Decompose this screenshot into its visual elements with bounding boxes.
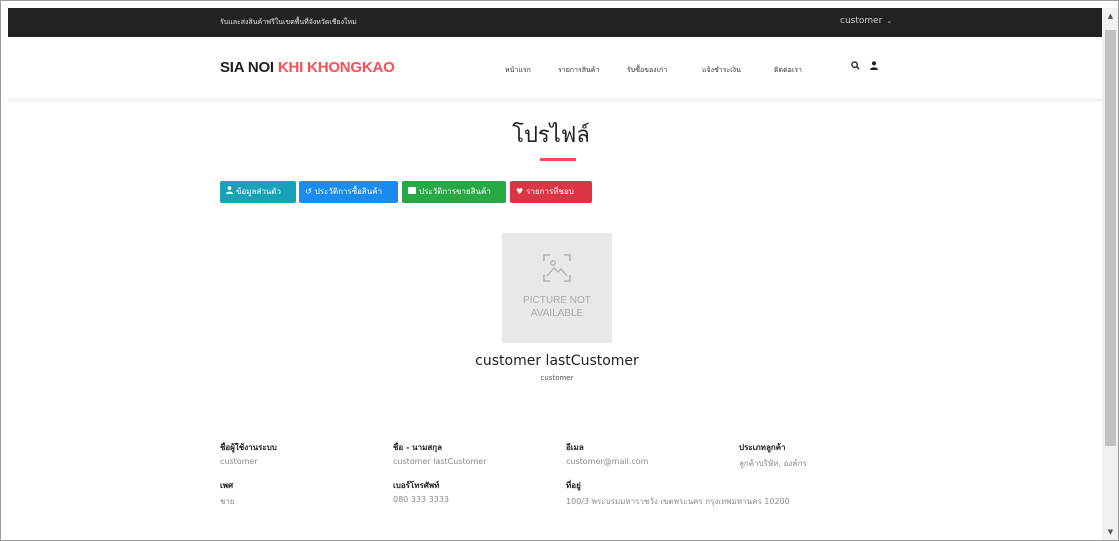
picture-not-available-text: PICTURE NOT AVAILABLE — [502, 294, 612, 320]
user-menu-dropdown[interactable]: customer ⌄ — [840, 16, 892, 26]
user-icon[interactable] — [870, 61, 878, 73]
heart-icon[interactable]: ♥ — [516, 187, 523, 196]
browser-window: รับและส่งสินค้าฟรีในเขตพื้นที่จังหวัดเชี… — [0, 0, 1119, 541]
tab-personal-info[interactable]: ข้อมูลส่วนตัว — [220, 181, 296, 203]
phone-value: 080 333 3333 — [393, 495, 449, 504]
tab-purchase-history-label[interactable]: ประวัติการซื้อสินค้า — [315, 187, 382, 196]
list-icon[interactable] — [408, 187, 416, 196]
logo-text-main[interactable]: SIA NOI — [220, 59, 274, 76]
email-value: customer@mail.com — [566, 457, 649, 466]
tab-purchase-history[interactable]: ↺ ประวัติการซื้อสินค้า — [299, 181, 398, 203]
profile-full-name: customer lastCustomer — [475, 353, 639, 369]
address-label: ที่อยู่ — [566, 481, 581, 490]
top-notice-bar: รับและส่งสินค้าฟรีในเขตพื้นที่จังหวัดเชี… — [8, 8, 1102, 37]
phone-label: เบอร์โทรศัพท์ — [393, 481, 440, 490]
gender-label: เพศ — [220, 481, 234, 490]
scroll-down-arrow-icon[interactable]: ▼ — [1102, 524, 1118, 540]
tab-wishlist-label[interactable]: รายการที่ชอบ — [526, 187, 574, 196]
gender-value: ชาย — [220, 497, 235, 506]
user-menu-label[interactable]: customer — [840, 16, 882, 26]
username-value: customer — [220, 457, 258, 466]
tab-wishlist[interactable]: ♥ รายการที่ชอบ — [510, 181, 592, 203]
username-label: ชื่อผู้ใช้งานระบบ — [220, 443, 277, 452]
logo-text-accent[interactable]: KHI KHONGKAO — [278, 59, 395, 76]
nav-home[interactable]: หน้าแรก — [505, 65, 531, 76]
customer-type-label: ประเภทลูกค้า — [739, 443, 786, 452]
user-icon[interactable] — [226, 186, 233, 196]
image-placeholder-icon — [543, 254, 571, 282]
nav-payment-notify[interactable]: แจ้งชำระเงิน — [702, 65, 741, 76]
search-icon[interactable] — [851, 61, 860, 73]
email-label: อีเมล — [566, 443, 584, 452]
history-icon[interactable]: ↺ — [305, 187, 312, 196]
picture-not-available-line1: PICTURE NOT — [523, 295, 591, 306]
scrollbar-thumb[interactable] — [1105, 30, 1116, 446]
tab-sales-history[interactable]: ประวัติการขายสินค้า — [402, 181, 506, 203]
profile-username: customer — [540, 374, 574, 382]
full-name-value: customer lastCustomer — [393, 457, 487, 466]
vertical-scrollbar[interactable]: ▲ ▼ — [1102, 8, 1118, 540]
address-value: 100/3 พระบรมมหาราชวัง เขตพระนคร กรุงเทพม… — [566, 497, 790, 506]
nav-products[interactable]: รายการสินค้า — [558, 65, 599, 76]
tab-personal-info-label[interactable]: ข้อมูลส่วนตัว — [236, 187, 281, 196]
nav-contact[interactable]: ติดต่อเรา — [774, 65, 802, 76]
nav-buy-used[interactable]: รับซื้อของเก่า — [627, 65, 667, 76]
full-name-label: ชื่อ - นามสกุล — [393, 443, 442, 452]
page-title: โปรไฟล์ — [512, 123, 590, 148]
title-underline — [540, 158, 576, 161]
picture-not-available-line2: AVAILABLE — [530, 308, 584, 319]
chevron-down-icon[interactable]: ⌄ — [886, 17, 892, 25]
site-logo[interactable]: SIA NOI KHI KHONGKAO — [220, 59, 395, 76]
site-header: SIA NOI KHI KHONGKAO หน้าแรก รายการสินค้… — [8, 37, 1102, 100]
profile-picture-placeholder: PICTURE NOT AVAILABLE — [502, 233, 612, 343]
customer-type-value: ลูกค้าบริษัท, องค์กร — [739, 459, 807, 468]
tab-sales-history-label[interactable]: ประวัติการขายสินค้า — [419, 187, 491, 196]
scroll-up-arrow-icon[interactable]: ▲ — [1102, 8, 1118, 25]
shipping-notice: รับและส่งสินค้าฟรีในเขตพื้นที่จังหวัดเชี… — [220, 18, 357, 26]
